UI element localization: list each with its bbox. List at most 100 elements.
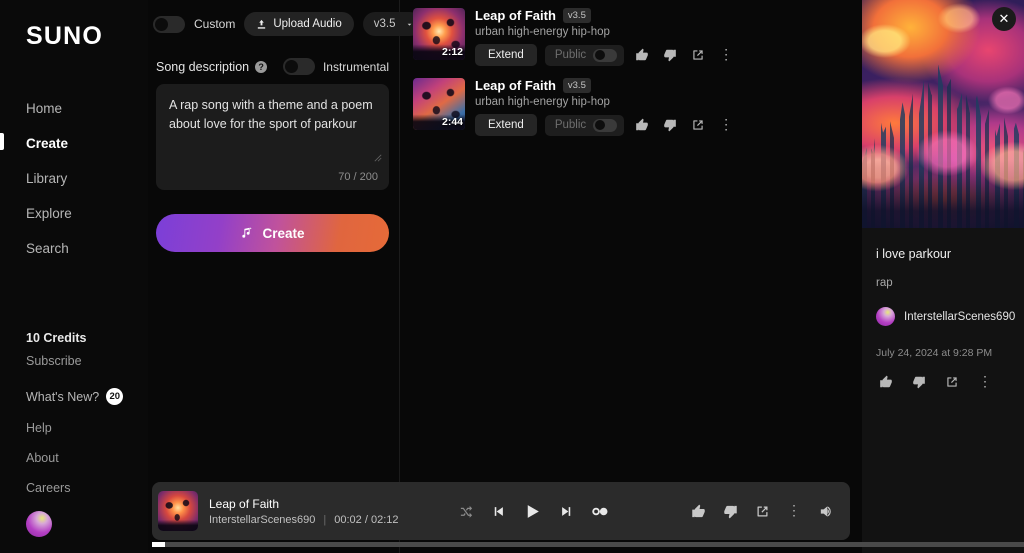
player-thumbnail[interactable] xyxy=(158,491,198,531)
whats-new-link[interactable]: What's New? 20 xyxy=(0,388,148,405)
upload-icon xyxy=(258,19,266,29)
detail-title: i love parkour xyxy=(876,247,952,261)
song-version-tag: v3.5 xyxy=(562,78,591,93)
thumbs-up-icon[interactable] xyxy=(632,115,652,135)
player-meta: Leap of Faith InterstellarScenes690 | 00… xyxy=(209,497,399,526)
sidebar-item-label: Home xyxy=(26,101,63,116)
player-bar: Leap of Faith InterstellarScenes690 | 00… xyxy=(152,482,850,540)
sidebar-item-explore[interactable]: Explore xyxy=(0,200,148,227)
player-actions: ⋮ xyxy=(688,501,836,521)
song-description-value: A rap song with a theme and a poem about… xyxy=(169,98,373,132)
share-icon[interactable] xyxy=(688,45,708,65)
more-options-icon[interactable]: ⋮ xyxy=(975,372,995,392)
song-duration: 2:12 xyxy=(441,46,463,58)
help-circle-icon[interactable]: ? xyxy=(255,60,268,73)
extend-button[interactable]: Extend xyxy=(475,114,537,136)
song-list: 2:12 Leap of Faith v3.5 urban high-energ… xyxy=(401,0,862,475)
shuffle-icon[interactable] xyxy=(459,504,474,519)
previous-track-icon[interactable] xyxy=(491,504,506,519)
upload-audio-label: Upload Audio xyxy=(273,18,342,30)
thumbs-down-icon[interactable] xyxy=(720,501,740,521)
close-icon[interactable]: ✕ xyxy=(992,7,1016,31)
detail-user[interactable]: InterstellarScenes690 xyxy=(876,307,1015,326)
subscribe-link[interactable]: Subscribe xyxy=(0,354,148,368)
share-icon[interactable] xyxy=(942,372,962,392)
help-link[interactable]: Help xyxy=(0,421,148,435)
custom-mode-toggle[interactable] xyxy=(153,15,185,33)
whats-new-badge: 20 xyxy=(106,388,124,405)
toggle-knob xyxy=(594,120,605,130)
public-switch[interactable] xyxy=(593,48,618,62)
share-icon[interactable] xyxy=(752,501,772,521)
song-artwork: ✕ xyxy=(862,0,1024,228)
resize-handle-icon[interactable] xyxy=(374,154,382,162)
next-track-icon[interactable] xyxy=(559,504,574,519)
more-options-icon[interactable]: ⋮ xyxy=(716,115,736,135)
avatar xyxy=(876,307,895,326)
music-note-icon xyxy=(242,227,253,238)
sidebar-item-create[interactable]: Create xyxy=(0,130,148,157)
detail-body: i love parkour rap InterstellarScenes690… xyxy=(862,228,1024,392)
song-thumbnail[interactable]: 2:12 xyxy=(413,8,465,60)
volume-icon[interactable] xyxy=(816,501,836,521)
song-style: urban high-energy hip-hop xyxy=(475,96,610,108)
song-list-item[interactable]: 2:44 Leap of Faith v3.5 urban high-energ… xyxy=(409,74,858,144)
song-duration: 2:44 xyxy=(441,116,463,128)
instrumental-toggle[interactable] xyxy=(282,58,315,75)
sidebar-item-search[interactable]: Search xyxy=(0,235,148,262)
song-title[interactable]: Leap of Faith xyxy=(475,8,556,23)
song-list-item[interactable]: 2:12 Leap of Faith v3.5 urban high-energ… xyxy=(409,4,858,74)
thumbs-down-icon[interactable] xyxy=(909,372,929,392)
song-thumbnail[interactable]: 2:44 xyxy=(413,78,465,130)
artwork-foreground-layer xyxy=(862,104,1024,210)
loop-infinite-icon[interactable] xyxy=(591,505,610,518)
custom-mode-label: Custom xyxy=(194,17,236,31)
sidebar: SUNO Home Create Library Explore Search … xyxy=(0,0,148,553)
detail-actions: ⋮ xyxy=(876,372,1010,392)
model-version-label: v3.5 xyxy=(373,18,396,30)
public-toggle[interactable]: Public xyxy=(544,44,625,66)
more-options-icon[interactable]: ⋮ xyxy=(716,45,736,65)
about-link[interactable]: About xyxy=(0,451,148,465)
thumbs-up-icon[interactable] xyxy=(632,45,652,65)
song-detail-panel: ✕ i love parkour rap InterstellarScenes6… xyxy=(862,0,1024,553)
toggle-knob xyxy=(284,60,298,73)
song-description-input[interactable]: A rap song with a theme and a poem about… xyxy=(156,84,389,190)
create-options-row: Custom Upload Audio v3.5 xyxy=(153,8,422,36)
thumbs-up-icon[interactable] xyxy=(688,501,708,521)
user-avatar[interactable] xyxy=(26,511,52,537)
detail-username: InterstellarScenes690 xyxy=(904,310,1016,323)
public-toggle[interactable]: Public xyxy=(544,114,625,136)
sidebar-item-library[interactable]: Library xyxy=(0,165,148,192)
player-artist[interactable]: InterstellarScenes690 xyxy=(209,514,315,526)
player-progress-fill xyxy=(152,542,166,547)
thumbs-down-icon[interactable] xyxy=(660,45,680,65)
play-icon[interactable] xyxy=(523,502,542,521)
create-button[interactable]: Create xyxy=(156,214,389,252)
thumbs-down-icon[interactable] xyxy=(660,115,680,135)
player-track-title[interactable]: Leap of Faith xyxy=(209,497,399,511)
upload-audio-button[interactable]: Upload Audio xyxy=(244,12,354,36)
sidebar-item-home[interactable]: Home xyxy=(0,95,148,122)
song-title[interactable]: Leap of Faith xyxy=(475,78,556,93)
thumbs-up-icon[interactable] xyxy=(876,372,896,392)
extend-button[interactable]: Extend xyxy=(475,44,537,66)
song-info: Leap of Faith v3.5 urban high-energy hip… xyxy=(475,8,854,66)
divider: | xyxy=(323,513,327,526)
public-label: Public xyxy=(554,49,587,61)
suno-app: SUNO Home Create Library Explore Search … xyxy=(0,0,1024,553)
share-icon[interactable] xyxy=(688,115,708,135)
public-switch[interactable] xyxy=(593,118,618,132)
player-time: 00:02 / 02:12 xyxy=(334,513,399,526)
song-actions: Extend Public ⋮ xyxy=(475,44,854,66)
song-info: Leap of Faith v3.5 urban high-energy hip… xyxy=(475,78,854,136)
more-options-icon[interactable]: ⋮ xyxy=(784,501,804,521)
sidebar-item-label: Explore xyxy=(26,206,72,221)
careers-link[interactable]: Careers xyxy=(0,481,148,495)
player-subline: InterstellarScenes690 | 00:02 / 02:12 xyxy=(209,514,399,526)
player-progress-bar[interactable] xyxy=(152,542,1024,547)
song-title-row: Leap of Faith v3.5 xyxy=(475,8,854,23)
song-style: urban high-energy hip-hop xyxy=(475,26,610,38)
song-title-row: Leap of Faith v3.5 xyxy=(475,78,854,93)
character-counter: 70 / 200 xyxy=(338,171,378,183)
